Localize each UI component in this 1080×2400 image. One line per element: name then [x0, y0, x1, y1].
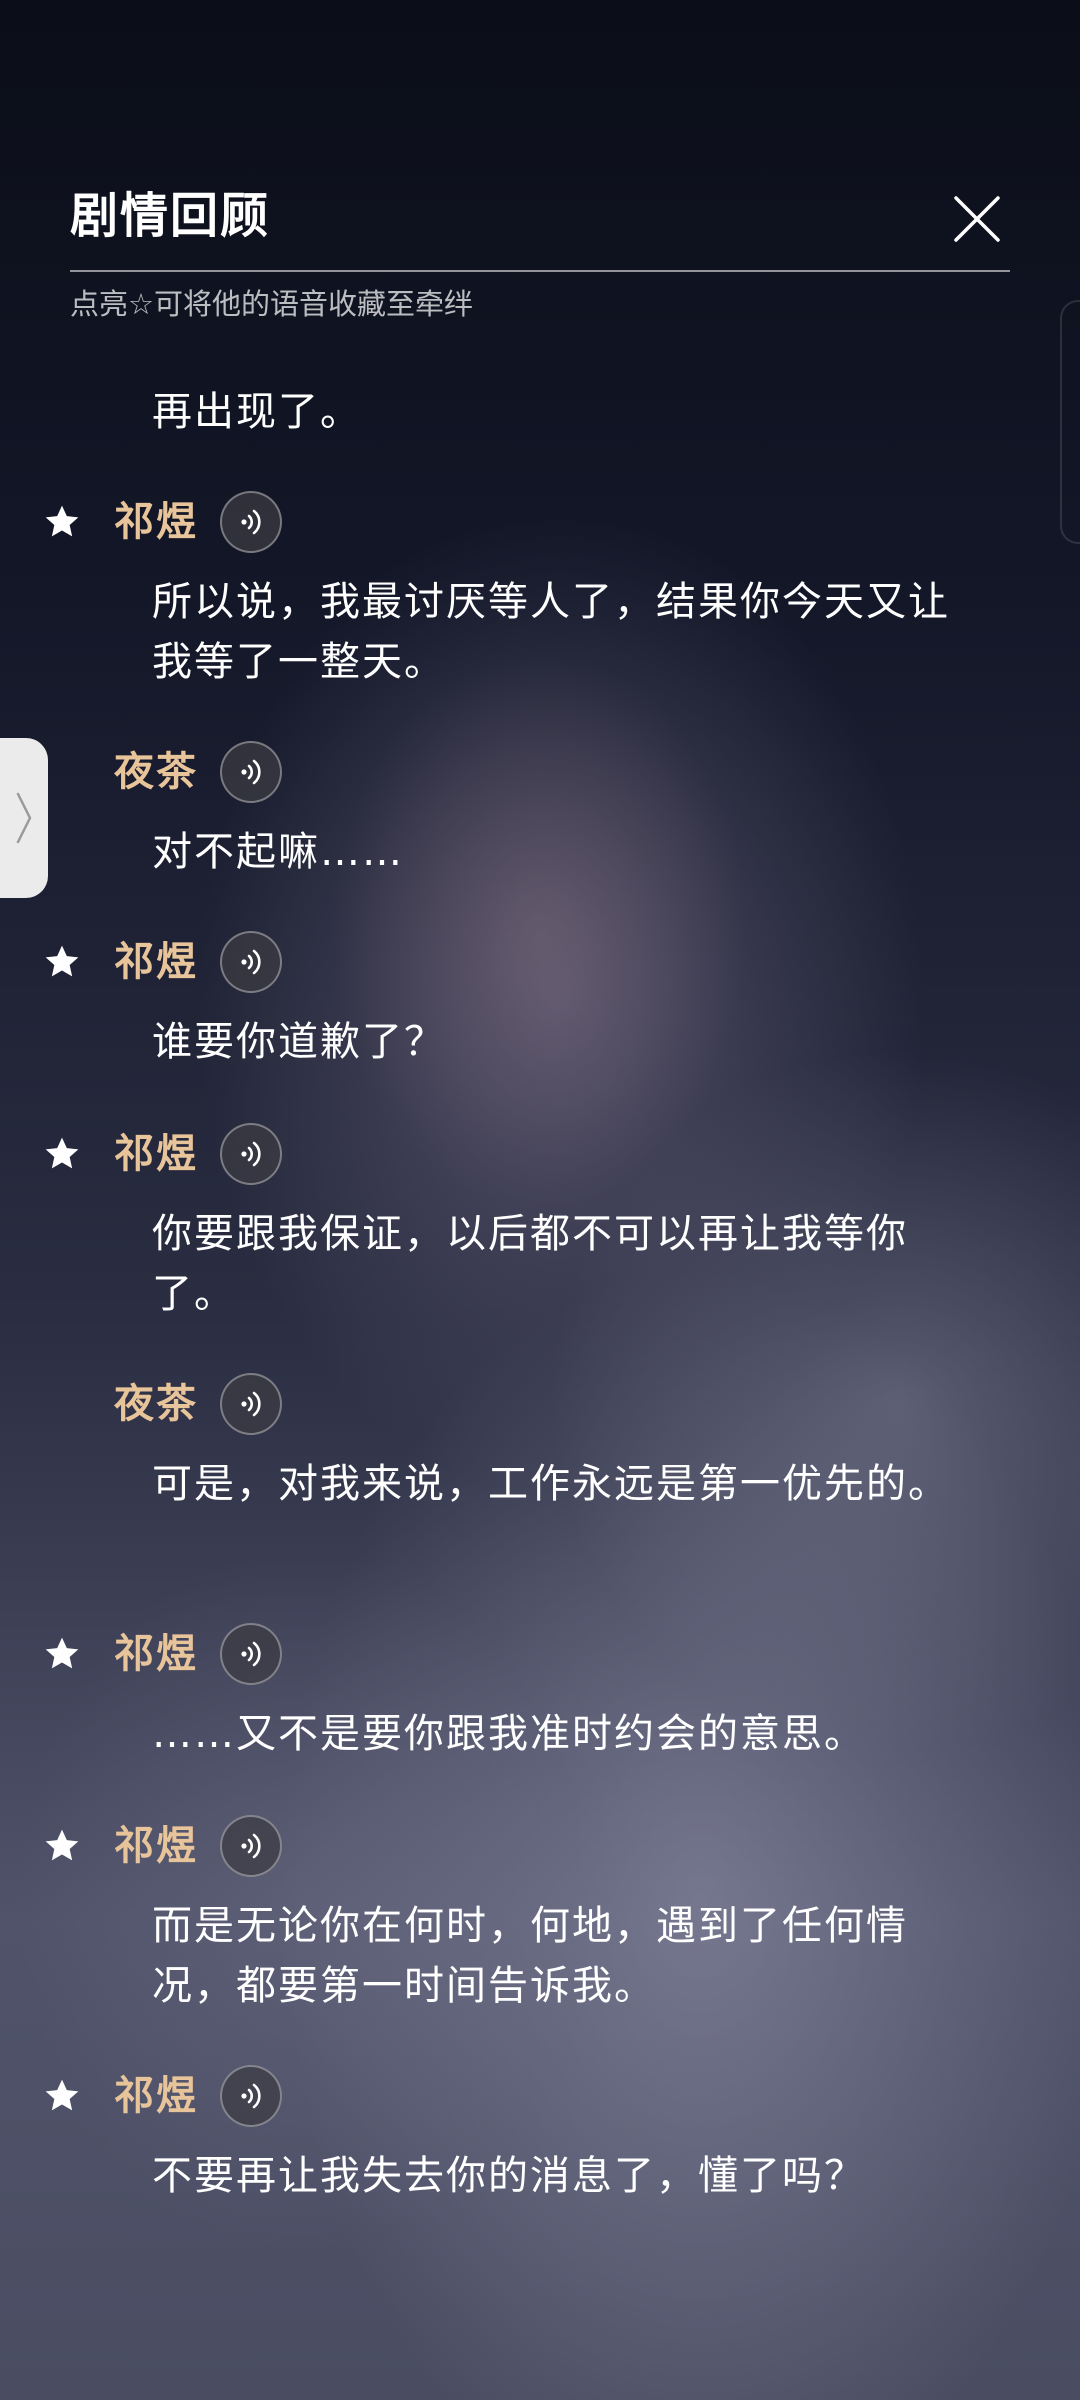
voice-play-button[interactable] [220, 1123, 282, 1185]
star-icon[interactable] [42, 2076, 82, 2116]
dialog-text: 再出现了。 [152, 389, 362, 435]
star-icon[interactable] [42, 1134, 82, 1174]
dialog-entry: 夜茶 可是，对我来说，工作永远是第一优先的。 [0, 1372, 1080, 1507]
voice-play-button[interactable] [220, 491, 282, 553]
dialog-text: 对不起嘛…… [152, 829, 404, 875]
speaker-name: 祁煜 [114, 1130, 198, 1177]
voice-play-icon [241, 949, 261, 975]
star-icon[interactable] [42, 1826, 82, 1866]
dialog-text: 你要跟我保证，以后都不可以再让我等你了。 [152, 1211, 908, 1317]
close-icon [954, 196, 1000, 242]
speaker-name: 祁煜 [114, 1630, 198, 1677]
background-art [0, 0, 1080, 2400]
dialog-entry: 祁煜 不要再让我失去你的消息了，懂了吗？ [0, 2064, 1080, 2199]
speaker-name: 夜茶 [114, 748, 198, 795]
voice-play-icon [241, 509, 261, 535]
speaker-name: 祁煜 [114, 938, 198, 985]
dialog-entry: 祁煜 所以说，我最讨厌等人了，结果你今天又让我等了一整天。 [0, 490, 1080, 685]
header-divider [70, 270, 1010, 272]
dialog-entry: 祁煜 谁要你道歉了？ [0, 930, 1080, 1065]
voice-play-button[interactable] [220, 1373, 282, 1435]
speaker-name: 祁煜 [114, 1822, 198, 1869]
dialog-entry: 祁煜 你要跟我保证，以后都不可以再让我等你了。 [0, 1122, 1080, 1317]
voice-play-button[interactable] [220, 741, 282, 803]
page-title: 剧情回顾 [70, 188, 271, 244]
voice-play-button[interactable] [220, 931, 282, 993]
dialog-entry: 祁煜 ……又不是要你跟我准时约会的意思。 [0, 1622, 1080, 1757]
voice-play-icon [241, 1391, 261, 1417]
voice-play-icon [241, 2083, 261, 2109]
dialog-text: 谁要你道歉了？ [152, 1019, 446, 1065]
dialog-entry: 夜茶 对不起嘛…… [0, 740, 1080, 875]
close-button[interactable] [950, 192, 1004, 246]
star-icon[interactable] [42, 502, 82, 542]
dialog-entry: 祁煜 而是无论你在何时，何地，遇到了任何情况，都要第一时间告诉我。 [0, 1814, 1080, 2009]
star-icon[interactable] [42, 942, 82, 982]
voice-play-icon [241, 1141, 261, 1167]
dialog-text: 而是无论你在何时，何地，遇到了任何情况，都要第一时间告诉我。 [152, 1903, 908, 2009]
voice-play-button[interactable] [220, 2065, 282, 2127]
star-icon[interactable] [42, 1634, 82, 1674]
speaker-name: 夜茶 [114, 1380, 198, 1427]
voice-play-icon [241, 759, 261, 785]
voice-play-button[interactable] [220, 1623, 282, 1685]
dialog-text: 所以说，我最讨厌等人了，结果你今天又让我等了一整天。 [152, 579, 950, 685]
voice-play-icon [241, 1833, 261, 1859]
dialog-text: 可是，对我来说，工作永远是第一优先的。 [152, 1461, 950, 1507]
speaker-name: 祁煜 [114, 2072, 198, 2119]
voice-play-icon [241, 1641, 261, 1667]
collect-hint: 点亮☆可将他的语音收藏至牵绊 [70, 287, 473, 321]
speaker-name: 祁煜 [114, 498, 198, 545]
dialog-text: ……又不是要你跟我准时约会的意思。 [152, 1711, 866, 1757]
dialog-text: 不要再让我失去你的消息了，懂了吗？ [152, 2153, 866, 2199]
voice-play-button[interactable] [220, 1815, 282, 1877]
